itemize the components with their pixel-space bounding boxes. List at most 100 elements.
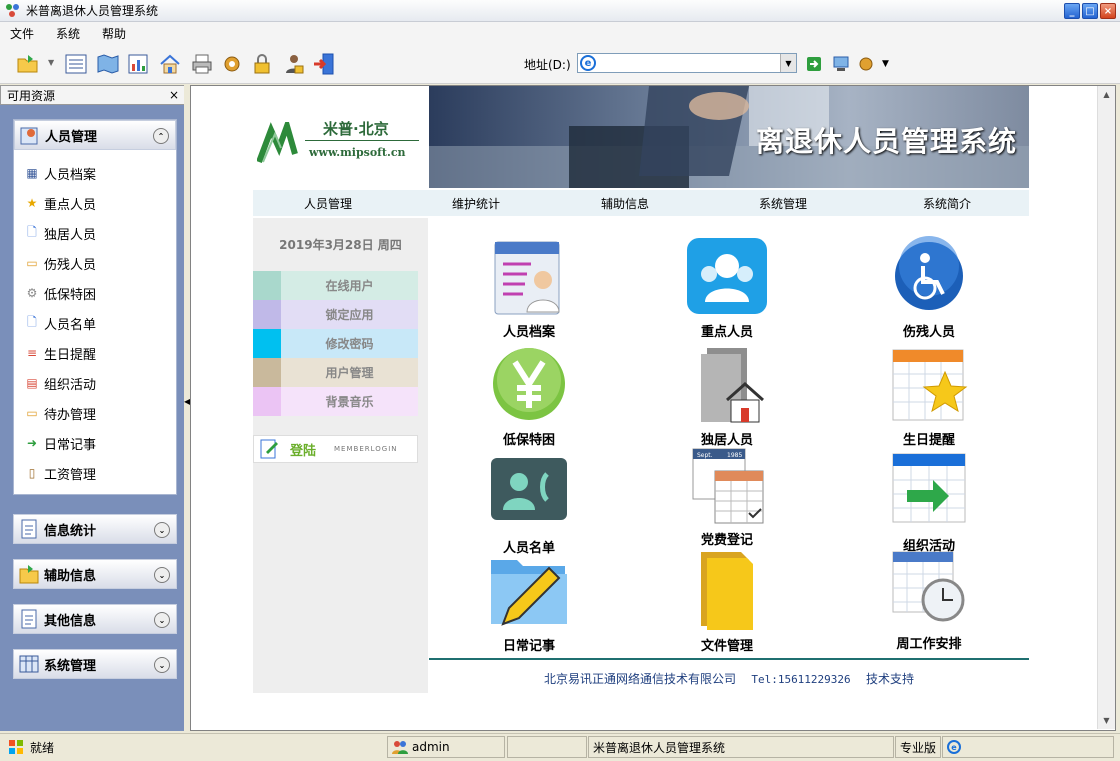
lock-icon[interactable] [250, 52, 274, 76]
vertical-scrollbar[interactable]: ▲ ▼ [1097, 86, 1115, 729]
quick-online-users[interactable]: 在线用户 [253, 271, 418, 300]
arrow-circle-icon: ➜ [26, 436, 38, 450]
scroll-up-icon[interactable]: ▲ [1098, 86, 1115, 103]
sidebar-item-label: 生日提醒 [44, 347, 97, 363]
address-dropdown-button[interactable]: ▼ [780, 54, 796, 72]
folder-arrow-icon [19, 565, 39, 584]
address-input[interactable]: e ▼ [577, 53, 797, 73]
sidebar-item-low-income[interactable]: ⚙ 低保特困 [14, 278, 176, 308]
tile-file-management[interactable]: 文件管理 [672, 550, 782, 654]
grid-window-icon [19, 655, 39, 673]
collapse-icon[interactable]: ⌃ [153, 128, 169, 144]
tile-low-income[interactable]: 低保特困 [474, 344, 584, 448]
sidebar-item-roster[interactable]: 🗋 人员名单 [14, 308, 176, 338]
sidebar-close-button[interactable]: × [169, 88, 179, 102]
tile-archives[interactable]: 人员档案 [474, 236, 584, 340]
sidebar-item-daily-notes[interactable]: ➜ 日常记事 [14, 428, 176, 458]
logo-url: www.mipsoft.cn [309, 146, 406, 159]
tile-roster[interactable]: 人员名单 [474, 452, 584, 556]
sidebar-item-birthday[interactable]: ≡ 生日提醒 [14, 338, 176, 368]
list-view-icon[interactable] [64, 52, 88, 76]
tile-weekly-schedule[interactable]: 周工作安排 [874, 548, 984, 652]
tile-party-fee[interactable]: Sept. 1985 党费登记 [672, 444, 782, 548]
print-icon[interactable] [190, 52, 214, 76]
sidebar-item-todo[interactable]: ▭ 待办管理 [14, 398, 176, 428]
quick-user-management[interactable]: 用户管理 [253, 358, 418, 387]
ie-icon: e [580, 55, 596, 71]
menu-file[interactable]: 文件 [10, 25, 34, 42]
mipsoft-logo-icon [257, 122, 298, 164]
panel-personnel: 人员管理 ⌃ ▦ 人员档案 ★ 重点人员 🗋 独居人员 ▭ 伤残人员 ⚙ 低保特困 🗋 人员… [13, 119, 177, 495]
menu-bar: 文件 系统 帮助 [0, 22, 1120, 44]
expand-icon[interactable]: ⌄ [154, 657, 170, 673]
panel-system-header[interactable]: 系统管理 ⌄ [13, 649, 177, 679]
person-file-icon [494, 241, 560, 315]
quick-lock-app[interactable]: 锁定应用 [253, 300, 418, 329]
footer-divider [429, 658, 1029, 660]
tools-icon[interactable] [858, 55, 876, 73]
footer-company: 北京易讯正通网络通信技术有限公司 [544, 672, 737, 686]
panel-other-header[interactable]: 其他信息 ⌄ [13, 604, 177, 634]
chart-icon[interactable] [126, 52, 150, 76]
panel-aux-header[interactable]: 辅助信息 ⌄ [13, 559, 177, 589]
exit-icon[interactable] [312, 52, 336, 76]
sidebar-item-archives[interactable]: ▦ 人员档案 [14, 158, 176, 188]
status-user: admin [387, 736, 505, 758]
panel-statistics: 信息统计 ⌄ [13, 514, 177, 544]
user-lock-icon[interactable] [282, 52, 306, 76]
panel-statistics-header[interactable]: 信息统计 ⌄ [13, 514, 177, 544]
panel-aux: 辅助信息 ⌄ [13, 559, 177, 589]
quick-background-music[interactable]: 背景音乐 [253, 387, 418, 416]
open-folder-icon[interactable] [16, 52, 40, 76]
monitor-icon[interactable] [832, 55, 850, 73]
nav-aux-info[interactable]: 辅助信息 [601, 195, 649, 212]
sidebar-item-living-alone[interactable]: 🗋 独居人员 [14, 218, 176, 248]
minimize-button[interactable]: _ [1064, 3, 1080, 19]
quick-swatch [253, 300, 281, 329]
panel-system: 系统管理 ⌄ [13, 649, 177, 679]
contact-phone-icon [491, 458, 567, 520]
clipboard-icon [21, 519, 37, 539]
expand-icon[interactable]: ⌄ [154, 567, 170, 583]
panel-personnel-header[interactable]: 人员管理 ⌃ [14, 120, 176, 150]
nav-maintenance[interactable]: 维护统计 [452, 195, 500, 212]
nav-about[interactable]: 系统简介 [923, 195, 971, 212]
nav-personnel[interactable]: 人员管理 [304, 195, 352, 212]
sidebar-item-label: 独居人员 [44, 227, 97, 243]
go-arrow-icon[interactable] [806, 56, 822, 72]
sidebar-item-activities[interactable]: ▤ 组织活动 [14, 368, 176, 398]
dropdown-arrow-icon[interactable]: ▼ [48, 58, 54, 67]
tile-disabled[interactable]: 伤残人员 [874, 236, 984, 340]
tools-dropdown-icon[interactable]: ▼ [882, 59, 889, 69]
tile-activities[interactable]: 组织活动 [874, 450, 984, 554]
house-folder-icon [701, 348, 764, 423]
menu-help[interactable]: 帮助 [102, 25, 126, 42]
tile-daily-notes[interactable]: 日常记事 [474, 550, 584, 654]
expand-icon[interactable]: ⌄ [154, 612, 170, 628]
calendar-arrow-icon [892, 453, 966, 523]
ie-icon: e [947, 740, 961, 754]
scroll-down-icon[interactable]: ▼ [1098, 712, 1115, 729]
sidebar-item-key-people[interactable]: ★ 重点人员 [14, 188, 176, 218]
sidebar-item-salary[interactable]: ▯ 工资管理 [14, 458, 176, 488]
document-icon: 🗋 [27, 314, 37, 329]
app-icon [6, 3, 20, 18]
sidebar-item-disabled[interactable]: ▭ 伤残人员 [14, 248, 176, 278]
sidebar-item-label: 低保特困 [44, 287, 97, 303]
maximize-button[interactable]: □ [1082, 3, 1098, 19]
member-login-button[interactable]: 登陆 MEMBERLOGIN [253, 435, 418, 463]
status-edition: 专业版 [895, 736, 941, 758]
settings-icon[interactable] [220, 52, 244, 76]
tile-birthday[interactable]: 生日提醒 [874, 344, 984, 448]
tile-living-alone[interactable]: 独居人员 [672, 344, 782, 448]
home-icon[interactable] [158, 52, 182, 76]
menu-system[interactable]: 系统 [56, 25, 80, 42]
quick-change-password[interactable]: 修改密码 [253, 329, 418, 358]
expand-icon[interactable]: ⌄ [154, 522, 170, 538]
map-icon[interactable] [96, 52, 120, 76]
nav-system[interactable]: 系统管理 [759, 195, 807, 212]
tile-key-people[interactable]: 重点人员 [672, 236, 782, 340]
status-ready-text: 就绪 [30, 740, 55, 755]
close-button[interactable]: × [1100, 3, 1116, 19]
tile-label: 低保特困 [502, 433, 555, 448]
